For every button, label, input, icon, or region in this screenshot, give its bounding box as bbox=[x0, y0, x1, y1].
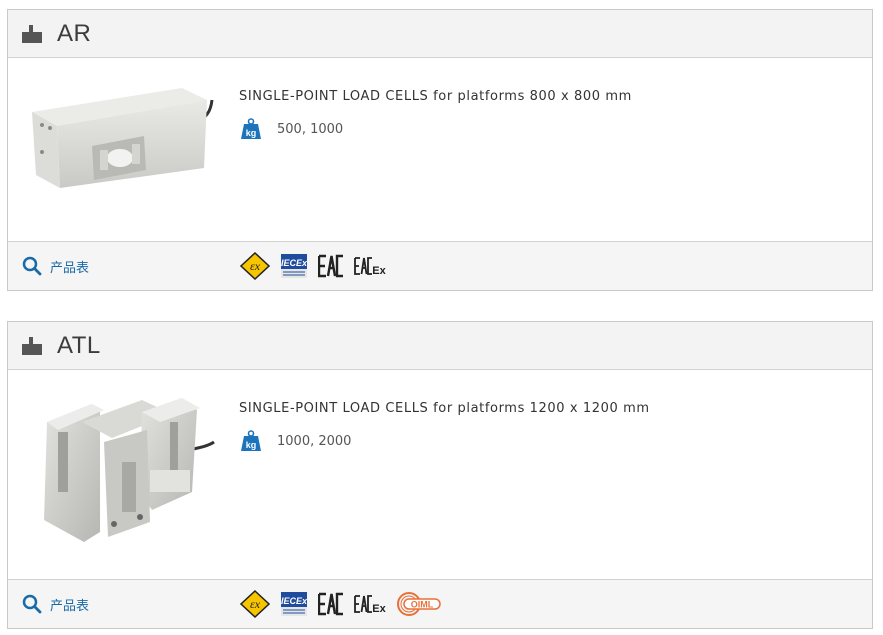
description-type: SINGLE-POINT LOAD CELLS bbox=[239, 89, 429, 104]
description-platform: for platforms 1200 x 1200 mm bbox=[428, 401, 650, 416]
svg-text:IECEx: IECEx bbox=[281, 596, 308, 606]
card-footer: 产品表 εx IECEx bbox=[8, 579, 872, 628]
atex-certification-icon: εx bbox=[240, 590, 270, 618]
iecex-certification-icon: IECEx bbox=[280, 253, 308, 279]
svg-text:IECEx: IECEx bbox=[281, 258, 308, 268]
iecex-certification-icon: IECEx bbox=[280, 591, 308, 617]
description-platform: for platforms 800 x 800 mm bbox=[428, 89, 632, 104]
load-cell-icon bbox=[22, 24, 42, 43]
svg-text:kg: kg bbox=[246, 440, 257, 450]
svg-text:kg: kg bbox=[246, 128, 257, 138]
description-type: SINGLE-POINT LOAD CELLS bbox=[239, 401, 429, 416]
datasheet-link[interactable]: 产品表 bbox=[22, 256, 89, 276]
svg-text:Ex: Ex bbox=[372, 265, 386, 276]
product-title[interactable]: ATL bbox=[57, 332, 101, 360]
search-icon bbox=[22, 594, 42, 614]
svg-text:εx: εx bbox=[250, 597, 261, 611]
atex-certification-icon: εx bbox=[240, 252, 270, 280]
card-footer: 产品表 εx IECEx bbox=[8, 241, 872, 290]
kg-weight-icon: kg bbox=[241, 430, 261, 451]
oiml-certification-icon: OIML bbox=[396, 591, 442, 617]
product-card-ar: AR SINGLE-POINT LOAD CELLS for platforms… bbox=[7, 9, 873, 291]
eac-certification-icon bbox=[318, 254, 344, 278]
datasheet-link[interactable]: 产品表 bbox=[22, 594, 89, 614]
capacity-values: 1000, 2000 bbox=[277, 433, 352, 449]
card-header: AR bbox=[8, 10, 872, 58]
product-card-atl: ATL SINGLE-POINT LOAD CELLS for platform… bbox=[7, 321, 873, 629]
product-description: SINGLE-POINT LOAD CELLS for platforms 80… bbox=[239, 89, 632, 104]
capacity-values: 500, 1000 bbox=[277, 121, 344, 137]
eac-certification-icon bbox=[318, 592, 344, 616]
svg-text:Ex: Ex bbox=[372, 603, 386, 614]
svg-text:OIML: OIML bbox=[411, 600, 434, 610]
product-title[interactable]: AR bbox=[57, 20, 91, 48]
certification-list: εx IECEx bbox=[240, 252, 386, 280]
datasheet-label: 产品表 bbox=[50, 260, 90, 276]
product-description: SINGLE-POINT LOAD CELLS for platforms 12… bbox=[239, 401, 650, 416]
capacity-row: kg 1000, 2000 bbox=[239, 429, 351, 453]
load-cell-image[interactable] bbox=[22, 392, 222, 552]
eac-ex-certification-icon: Ex bbox=[354, 256, 386, 276]
certification-list: εx IECEx bbox=[240, 590, 442, 618]
load-cell-icon bbox=[22, 336, 42, 355]
svg-text:εx: εx bbox=[250, 259, 261, 273]
kg-weight-icon: kg bbox=[241, 118, 261, 139]
eac-ex-certification-icon: Ex bbox=[354, 594, 386, 614]
card-body: SINGLE-POINT LOAD CELLS for platforms 12… bbox=[8, 370, 872, 579]
search-icon bbox=[22, 256, 42, 276]
card-body: SINGLE-POINT LOAD CELLS for platforms 80… bbox=[8, 58, 872, 241]
datasheet-label: 产品表 bbox=[50, 598, 90, 614]
load-cell-image[interactable] bbox=[22, 80, 222, 200]
capacity-row: kg 500, 1000 bbox=[239, 117, 343, 141]
card-header: ATL bbox=[8, 322, 872, 370]
